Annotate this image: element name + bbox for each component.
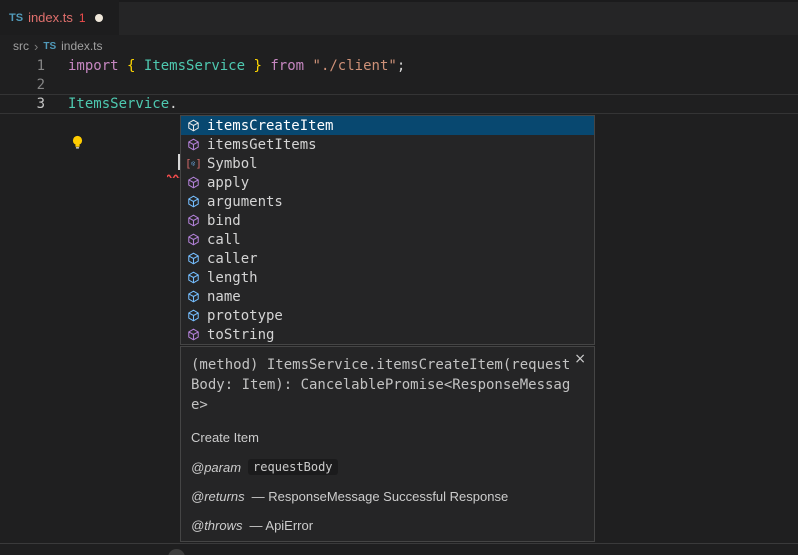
suggest-item-label: itemsGetItems [207,137,317,153]
doc-tags: @paramrequestBody @returns— ResponseMessa… [191,459,584,533]
suggest-item-toString[interactable]: toString [181,325,594,344]
symbol-field-icon [185,251,201,267]
suggest-item-label: call [207,232,241,248]
tab-index-ts[interactable]: TS index.ts 1 [0,0,119,35]
suggest-item-label: prototype [207,308,283,324]
line-content: ItemsService. [45,95,178,113]
suggest-item-bind[interactable]: bind [181,211,594,230]
suggest-item-itemsGetItems[interactable]: itemsGetItems [181,135,594,154]
suggest-item-label: toString [207,327,274,343]
suggest-item-label: caller [207,251,258,267]
suggest-item-length[interactable]: length [181,268,594,287]
doc-tag-param: @paramrequestBody [191,459,584,475]
symbol-field-icon [185,308,201,324]
breadcrumb: src › TS index.ts [0,35,798,57]
symbol-field-icon [185,289,201,305]
close-icon[interactable]: × [574,352,586,366]
doc-summary: Create Item [191,430,584,445]
error-squiggle-icon [167,166,181,182]
vscode-window: TS index.ts 1 src › TS index.ts 1import … [0,0,798,555]
code-lines: 1import { ItemsService } from "./client"… [0,57,798,114]
symbol-field-icon [185,194,201,210]
typescript-file-icon: TS [43,41,56,52]
suggest-item-label: apply [207,175,249,191]
line-number: 3 [0,95,45,113]
suggest-item-label: name [207,289,241,305]
suggest-item-Symbol[interactable]: [] Symbol [181,154,594,173]
method-signature: (method) ItemsService.itemsCreateItem(re… [191,355,584,415]
suggest-item-label: bind [207,213,241,229]
line-number: 1 [0,57,45,76]
symbol-method-icon [185,213,201,229]
doc-tag-returns: @returns— ResponseMessage Successful Res… [191,489,584,504]
line-number: 2 [0,76,45,95]
typescript-file-icon: TS [9,12,23,24]
signature-line: e> [191,395,584,415]
signature-line: Body: Item): CancelablePromise<ResponseM… [191,375,584,395]
breadcrumb-folder[interactable]: src [13,39,29,53]
suggest-list: itemsCreateItem itemsGetItems [] Symbol appl… [181,116,594,344]
bottom-divider [0,543,798,544]
suggest-item-apply[interactable]: apply [181,173,594,192]
suggest-item-itemsCreateItem[interactable]: itemsCreateItem [181,116,594,135]
symbol-method-icon [185,118,201,134]
doc-tag-throws: @throws— ApiError [191,518,584,533]
tab-bar: TS index.ts 1 [0,0,798,35]
symbol-misc-icon: [] [185,156,201,172]
suggest-item-label: Symbol [207,156,258,172]
tab-error-count: 1 [79,11,86,25]
suggest-item-label: itemsCreateItem [207,118,333,134]
param-name-chip: requestBody [248,459,337,475]
code-line[interactable]: 2 [0,76,798,95]
code-editor[interactable]: 1import { ItemsService } from "./client"… [0,57,798,114]
code-line[interactable]: 1import { ItemsService } from "./client"… [0,57,798,76]
suggest-item-label: arguments [207,194,283,210]
code-line[interactable]: 3ItemsService. [0,94,798,114]
chevron-right-icon: › [34,39,38,54]
breadcrumb-file[interactable]: index.ts [61,39,102,53]
cut-off-circle [168,549,185,555]
suggest-widget: itemsCreateItem itemsGetItems [] Symbol appl… [180,115,595,345]
suggest-item-prototype[interactable]: prototype [181,306,594,325]
symbol-method-icon [185,327,201,343]
line-content: import { ItemsService } from "./client"; [45,57,405,76]
suggest-details-panel: × (method) ItemsService.itemsCreateItem(… [180,346,595,542]
suggest-item-name[interactable]: name [181,287,594,306]
symbol-field-icon [185,270,201,286]
symbol-method-icon [185,232,201,248]
signature-line: (method) ItemsService.itemsCreateItem(re… [191,355,584,375]
suggest-item-arguments[interactable]: arguments [181,192,594,211]
suggest-item-caller[interactable]: caller [181,249,594,268]
symbol-method-icon [185,137,201,153]
symbol-method-icon [185,175,201,191]
suggest-item-call[interactable]: call [181,230,594,249]
line-content [45,76,68,95]
suggest-item-label: length [207,270,258,286]
unsaved-changes-dot-icon[interactable] [95,14,103,22]
tab-filename: index.ts [28,10,73,25]
lightbulb-icon[interactable] [71,135,84,154]
